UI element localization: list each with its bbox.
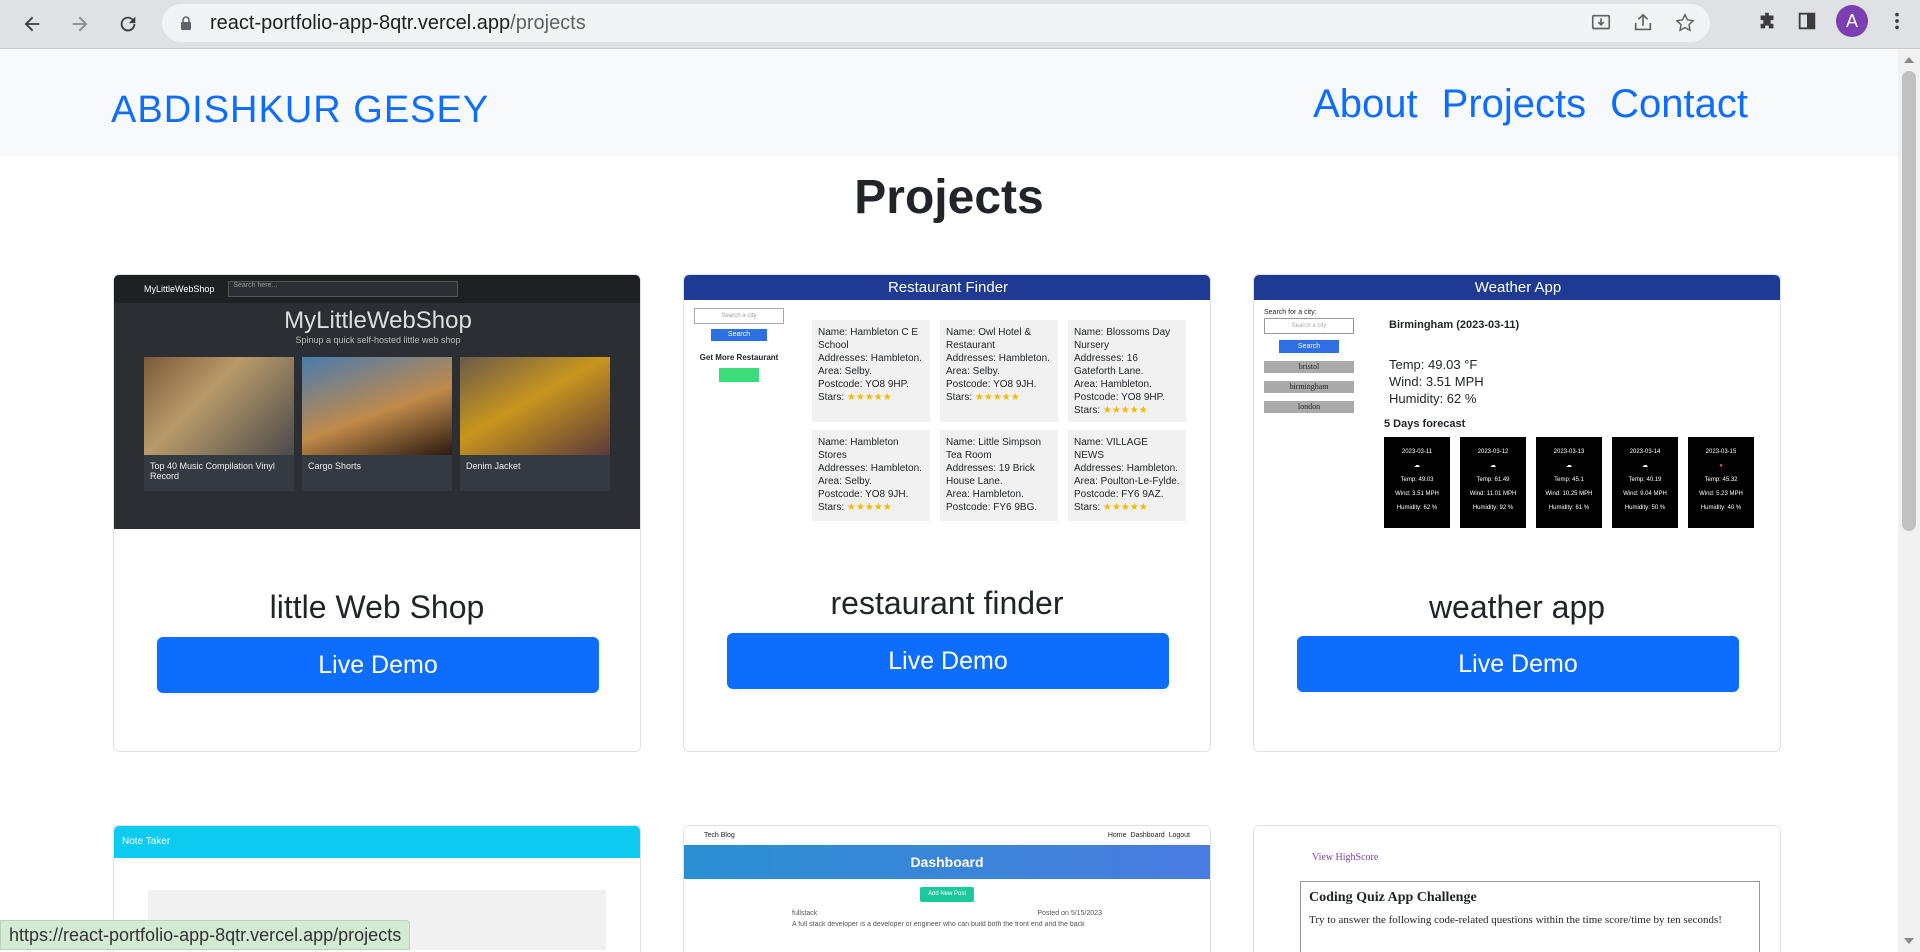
- preview-header: Restaurant Finder: [684, 275, 1210, 300]
- restaurant-cell: Name: Owl Hotel & Restaurant Addresses: H…: [940, 320, 1058, 422]
- live-demo-button[interactable]: Live Demo: [1297, 636, 1739, 692]
- shop-item: Denim Jacket: [460, 357, 610, 491]
- forecast-day: 2023-03-13 ☁ Temp: 45.1 Wind: 10.25 MPH Humi…: [1536, 437, 1602, 528]
- project-title: weather app: [1428, 589, 1606, 625]
- preview-header: Note Taker: [114, 826, 640, 858]
- preview-header: Weather App: [1254, 275, 1780, 300]
- shop-brand: MyLittleWebShop: [144, 284, 215, 294]
- reload-icon[interactable]: [108, 4, 148, 44]
- live-demo-button[interactable]: Live Demo: [727, 633, 1169, 689]
- live-demo-button[interactable]: Live Demo: [157, 637, 599, 693]
- project-card: Weather App Search for a city: Search a …: [1253, 274, 1781, 752]
- project-screenshot: Restaurant Finder Search a city Search G…: [684, 275, 1210, 521]
- restaurant-cell: Name: Hambleton Stores Addresses: Hamblet…: [812, 430, 930, 521]
- site-navbar: ABDISHKUR GESEY About Projects Contact: [0, 49, 1898, 156]
- side-panel-icon[interactable]: [1796, 10, 1818, 32]
- shop-item: Cargo Shorts: [302, 357, 452, 491]
- bookmark-star-icon[interactable]: [1674, 12, 1696, 34]
- page-scrollbar[interactable]: [1898, 49, 1920, 952]
- shop-search-input: Search here...: [228, 281, 459, 297]
- lock-icon: [181, 16, 191, 30]
- project-title: little Web Shop: [269, 589, 485, 625]
- forecast-day: 2023-03-12 ☁ Temp: 61.49 Wind: 11.01 MPH Hum…: [1460, 437, 1526, 528]
- shop-hero: MyLittleWebShop: [284, 307, 472, 334]
- project-screenshot: MyLittleWebShop Search here... MyLittleW…: [114, 275, 640, 529]
- restaurant-cell: Name: Blossoms Day Nursery Addresses: 16 …: [1068, 320, 1186, 422]
- project-title: restaurant finder: [830, 585, 1064, 621]
- scroll-down-icon[interactable]: [1904, 938, 1914, 944]
- nav-menu: About Projects Contact: [1313, 82, 1748, 127]
- page-title: Projects: [854, 171, 1044, 224]
- nav-about[interactable]: About: [1313, 82, 1418, 127]
- profile-avatar[interactable]: A: [1836, 5, 1868, 37]
- nav-projects[interactable]: Projects: [1442, 82, 1587, 127]
- restaurant-cell: Name: Hambleton C E School Addresses: Ham…: [812, 320, 930, 422]
- project-card: Restaurant Finder Search a city Search G…: [683, 274, 1211, 752]
- scroll-up-icon[interactable]: [1904, 57, 1914, 63]
- scrollbar-thumb[interactable]: [1902, 71, 1916, 531]
- url-text: react-portfolio-app-8qtr.vercel.app/proj…: [210, 11, 586, 34]
- forecast-day: 2023-03-14 ☁ Temp: 40.19 Wind: 9.04 MPH Humi…: [1612, 437, 1678, 528]
- forecast-day: 2023-03-11 ☁ Temp: 49.03 Wind: 3.51 MPH Humi…: [1384, 437, 1450, 528]
- menu-kebab-icon[interactable]: [1886, 10, 1908, 32]
- project-card: View HighScore Coding Quiz App Challenge…: [1253, 825, 1781, 952]
- back-icon[interactable]: [12, 4, 52, 44]
- address-bar[interactable]: react-portfolio-app-8qtr.vercel.app/proj…: [162, 4, 1710, 42]
- install-icon[interactable]: [1590, 12, 1612, 34]
- nav-contact[interactable]: Contact: [1610, 82, 1748, 127]
- forecast-day: 2023-03-15 ● Temp: 45.32 Wind: 5.23 MPH Humi…: [1688, 437, 1754, 528]
- restaurant-cell: Name: VILLAGE NEWS Addresses: Hambleton. A…: [1068, 430, 1186, 521]
- project-screenshot: Weather App Search for a city: Search a …: [1254, 275, 1780, 528]
- extensions-icon[interactable]: [1756, 10, 1778, 32]
- shop-item: Top 40 Music Compilation Vinyl Record: [144, 357, 294, 491]
- preview-header: Dashboard: [684, 845, 1210, 879]
- shop-tagline: Spinup a quick self-hosted little web sh…: [295, 335, 461, 345]
- project-card: Tech Blog Home Dashboard Logout Dashboar…: [683, 825, 1211, 952]
- project-card: MyLittleWebShop Search here... MyLittleW…: [113, 274, 641, 752]
- browser-toolbar: react-portfolio-app-8qtr.vercel.app/proj…: [0, 0, 1920, 49]
- status-bar-url: https://react-portfolio-app-8qtr.vercel.…: [0, 920, 411, 950]
- restaurant-cell: Name: Little Simpson Tea Room Addresses: …: [940, 430, 1058, 521]
- forward-icon[interactable]: [60, 4, 100, 44]
- share-icon[interactable]: [1632, 12, 1654, 34]
- brand-logo[interactable]: ABDISHKUR GESEY: [111, 89, 489, 132]
